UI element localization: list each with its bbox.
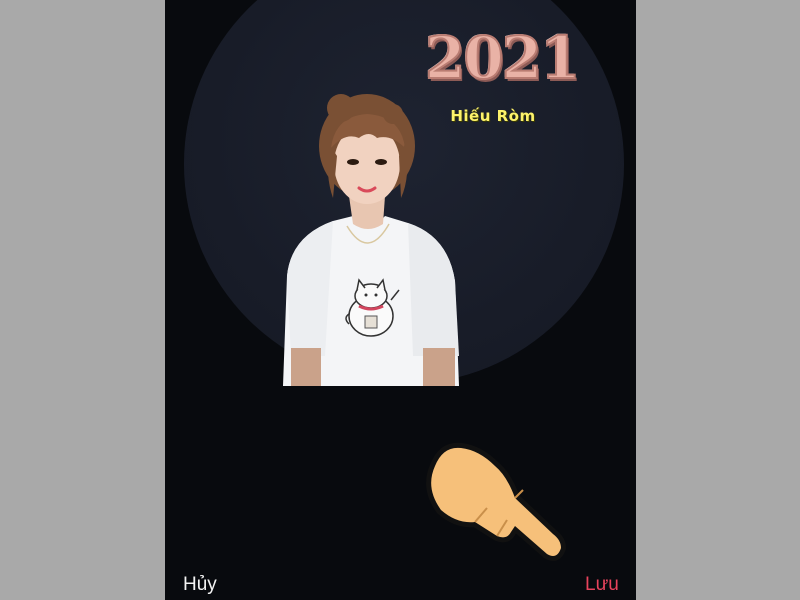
pointing-hand-icon xyxy=(426,442,566,561)
name-caption: Hiếu Ròm xyxy=(450,107,536,125)
cancel-button[interactable]: Hủy xyxy=(183,574,217,596)
save-button[interactable]: Lưu xyxy=(585,574,619,596)
left-letterbox xyxy=(0,0,165,600)
portrait-photo[interactable] xyxy=(273,86,463,386)
avatar-editor-screen: 2021 Hiếu Ròm Hủy Lưu xyxy=(165,0,636,600)
right-letterbox xyxy=(636,0,800,600)
year-balloon-text: 2021 xyxy=(424,23,581,93)
